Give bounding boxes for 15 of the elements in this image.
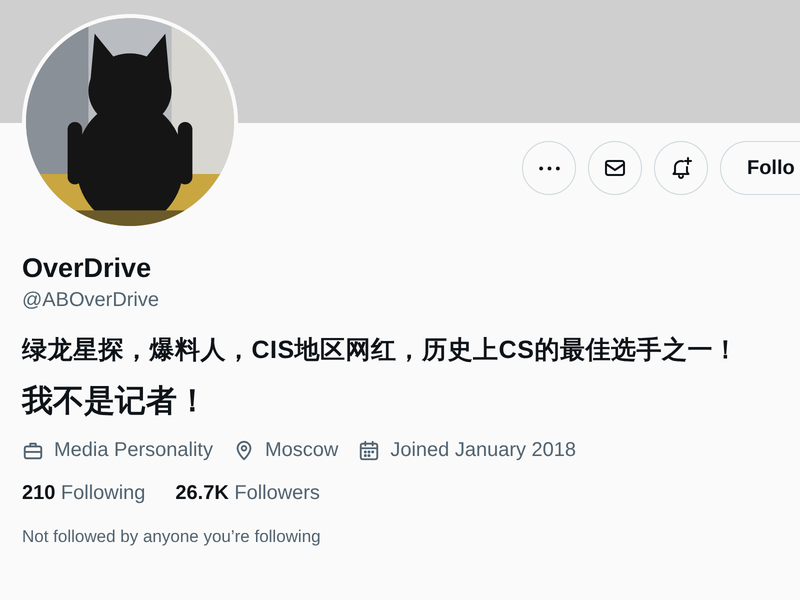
profile-name: OverDrive [22, 252, 152, 285]
notify-button[interactable] [654, 141, 708, 195]
follow-button[interactable]: Follo [720, 141, 800, 195]
join-date: Joined January 2018 [390, 439, 576, 462]
more-icon [538, 166, 560, 170]
followers-note: Not followed by anyone you’re following [22, 527, 322, 547]
bio-text: 绿龙星探，爆料人，CIS地区网红，历史上CS的最佳选手之一！ [22, 335, 740, 365]
location-text: Moscow [264, 439, 338, 462]
calendar-icon [358, 440, 380, 462]
bio-text: 我不是记者！ [22, 382, 209, 420]
profile-handle: @ABOverDrive [22, 288, 160, 313]
message-button[interactable] [588, 141, 642, 195]
stat-link[interactable]: 210 Following [22, 482, 146, 505]
category-text: Media Personality [54, 439, 213, 462]
stat-link[interactable]: 26.7K Followers [175, 482, 320, 505]
